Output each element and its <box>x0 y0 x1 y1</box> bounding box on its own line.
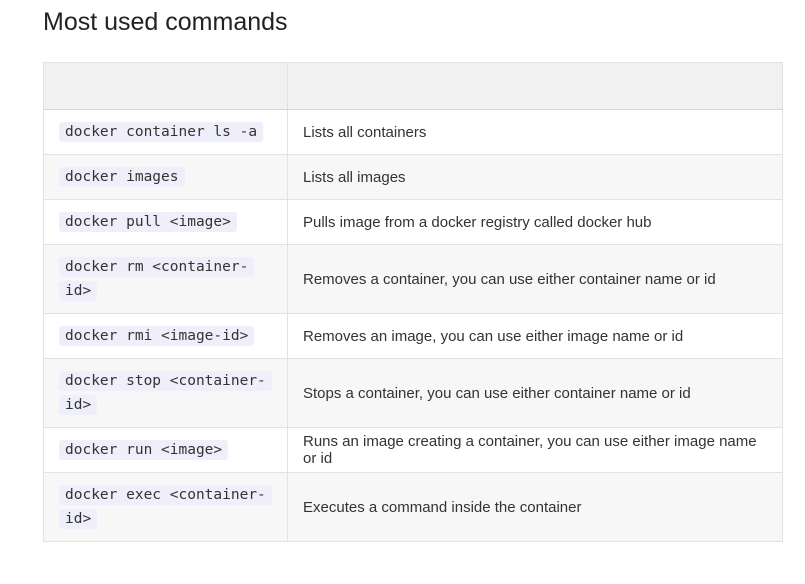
description-cell: Pulls image from a docker registry calle… <box>287 199 783 245</box>
column-header-command <box>43 62 288 110</box>
command-cell: docker images <box>43 154 288 200</box>
command-code: docker stop <container-id> <box>59 371 272 415</box>
table-header-row <box>43 62 783 110</box>
command-cell: docker pull <image> <box>43 199 288 245</box>
description-cell: Lists all images <box>287 154 783 200</box>
table-row: docker images Lists all images <box>43 154 783 200</box>
description-cell: Runs an image creating a container, you … <box>287 427 783 473</box>
table-row: docker run <image> Runs an image creating… <box>43 427 783 473</box>
command-code: docker rm <container-id> <box>59 257 255 301</box>
table-row: docker pull <image> Pulls image from a do… <box>43 199 783 245</box>
command-code: docker pull <image> <box>59 212 237 232</box>
command-cell: docker exec <container-id> <box>43 472 288 542</box>
command-code: docker images <box>59 167 185 187</box>
command-cell: docker rm <container-id> <box>43 244 288 314</box>
command-cell: docker container ls -a <box>43 109 288 155</box>
command-code: docker rmi <image-id> <box>59 326 255 346</box>
command-code: docker container ls -a <box>59 122 264 142</box>
table-row: docker container ls -a Lists all containe… <box>43 109 783 155</box>
description-cell: Removes an image, you can use either ima… <box>287 313 783 359</box>
table-row: docker rmi <image-id> Removes an image, y… <box>43 313 783 359</box>
command-cell: docker run <image> <box>43 427 288 473</box>
description-cell: Executes a command inside the container <box>287 472 783 542</box>
description-cell: Removes a container, you can use either … <box>287 244 783 314</box>
table-row: docker rm <container-id> Removes a contai… <box>43 244 783 314</box>
command-code: docker exec <container-id> <box>59 485 272 529</box>
command-cell: docker stop <container-id> <box>43 358 288 428</box>
description-cell: Stops a container, you can use either co… <box>287 358 783 428</box>
table-row: docker stop <container-id> Stops a contai… <box>43 358 783 428</box>
description-cell: Lists all containers <box>287 109 783 155</box>
column-header-description <box>287 62 783 110</box>
command-cell: docker rmi <image-id> <box>43 313 288 359</box>
table-row: docker exec <container-id> Executes a com… <box>43 472 783 542</box>
section-heading: Most used commands <box>43 8 288 36</box>
commands-table: docker container ls -a Lists all containe… <box>43 62 783 542</box>
command-code: docker run <image> <box>59 440 229 460</box>
